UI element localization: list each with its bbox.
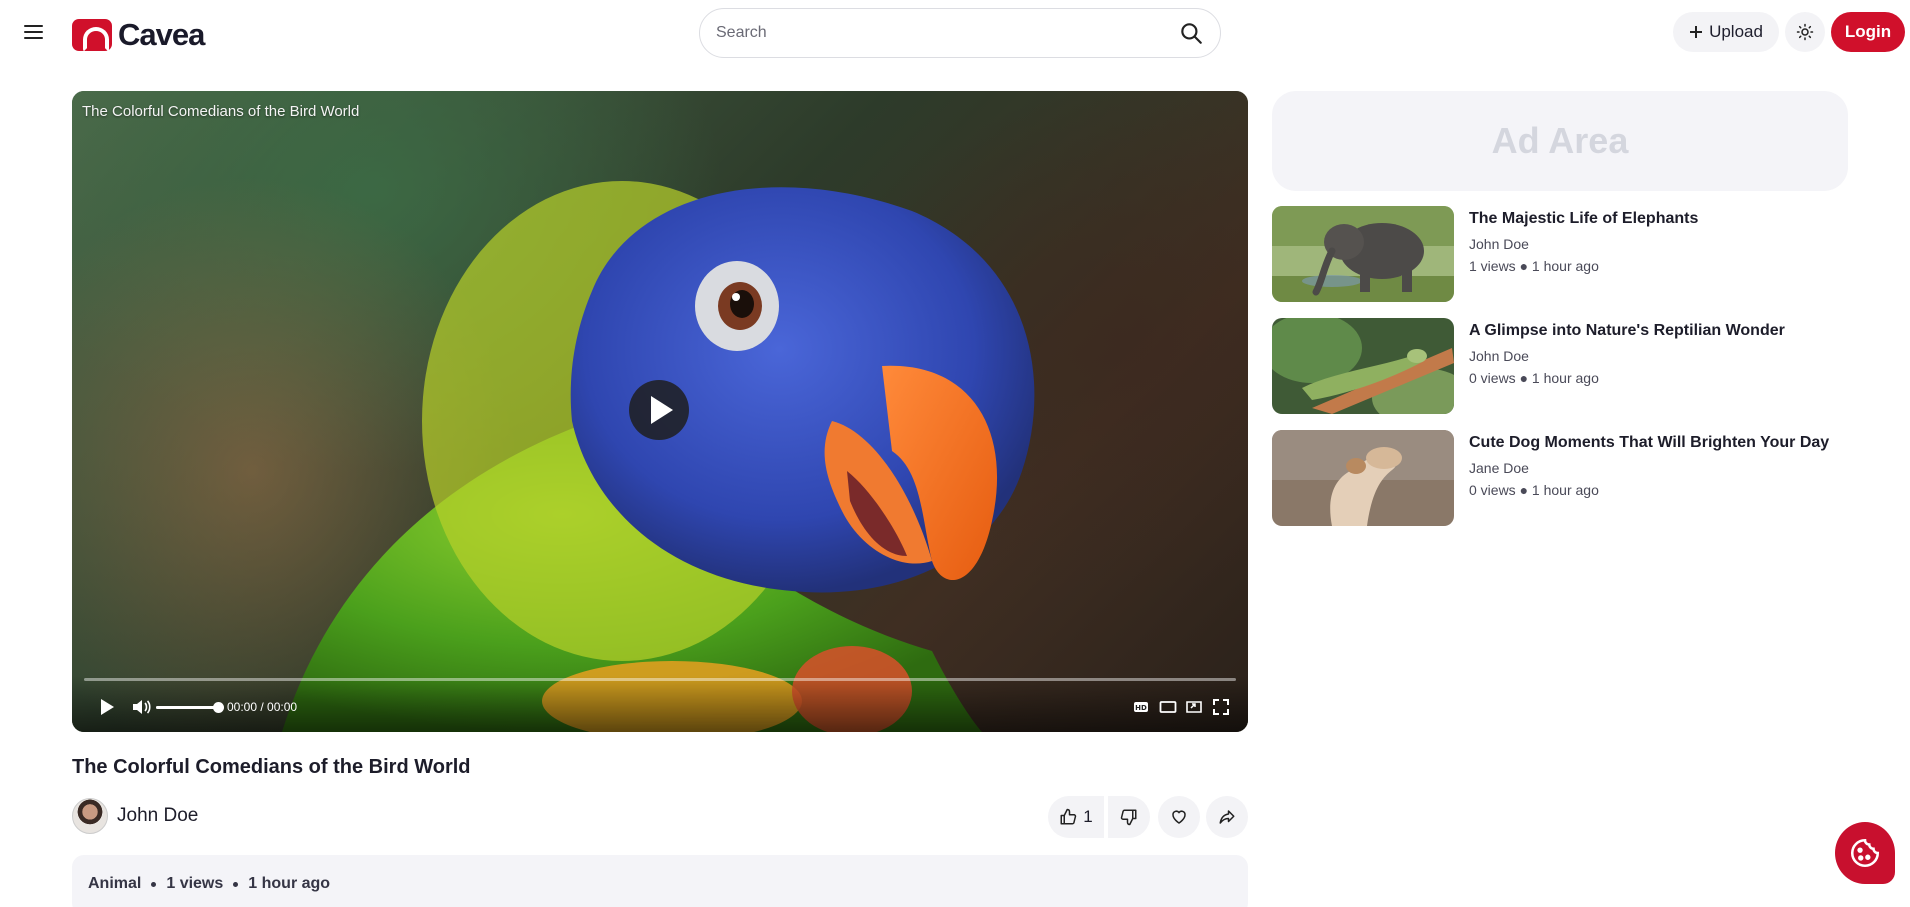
like-button[interactable]: 1 bbox=[1048, 796, 1104, 838]
recommendation-title[interactable]: Cute Dog Moments That Will Brighten Your… bbox=[1469, 434, 1829, 452]
dislike-button[interactable] bbox=[1108, 796, 1150, 838]
recommendation-meta: 1 views ● 1 hour ago bbox=[1469, 258, 1599, 274]
play-icon[interactable] bbox=[98, 698, 116, 716]
view-count: 1 views bbox=[166, 875, 224, 892]
progress-bar[interactable] bbox=[84, 678, 1236, 681]
channel-link[interactable]: John Doe bbox=[72, 798, 198, 834]
like-count: 1 bbox=[1083, 807, 1093, 826]
category-label[interactable]: Animal bbox=[88, 875, 141, 893]
volume-slider[interactable] bbox=[156, 702, 224, 713]
share-button[interactable] bbox=[1206, 796, 1248, 838]
recommendation-meta: 0 views ● 1 hour ago bbox=[1469, 370, 1599, 386]
video-meta: Animal 1 views 1 hour ago bbox=[72, 855, 1248, 907]
avatar bbox=[72, 798, 108, 834]
thumbs-up-icon bbox=[1060, 808, 1077, 825]
site-logo[interactable]: Cavea bbox=[72, 17, 205, 53]
hd-icon[interactable]: HD bbox=[1132, 698, 1150, 716]
channel-name: John Doe bbox=[117, 805, 199, 826]
share-icon bbox=[1219, 810, 1235, 824]
recommendation-title[interactable]: The Majestic Life of Elephants bbox=[1469, 210, 1698, 228]
list-item[interactable]: Cute Dog Moments That Will Brighten Your… bbox=[1272, 430, 1848, 526]
login-button[interactable]: Login bbox=[1831, 12, 1905, 52]
video-player[interactable]: The Colorful Comedians of the Bird World… bbox=[72, 91, 1248, 732]
recommendation-channel[interactable]: John Doe bbox=[1469, 236, 1529, 252]
theater-mode-icon[interactable] bbox=[1158, 698, 1178, 716]
cookie-settings-button[interactable] bbox=[1835, 822, 1895, 884]
svg-text:HD: HD bbox=[1135, 704, 1147, 712]
video-thumbnail[interactable] bbox=[1272, 430, 1454, 526]
sun-icon bbox=[1796, 23, 1814, 41]
video-thumbnail[interactable] bbox=[1272, 206, 1454, 302]
heart-icon bbox=[1172, 810, 1186, 824]
search-icon[interactable] bbox=[1178, 20, 1204, 46]
recommendation-channel[interactable]: Jane Doe bbox=[1469, 460, 1529, 476]
thumbs-down-icon bbox=[1120, 809, 1137, 826]
search-input[interactable] bbox=[716, 24, 1178, 42]
video-title: The Colorful Comedians of the Bird World bbox=[72, 756, 471, 778]
upload-time: 1 hour ago bbox=[248, 875, 331, 892]
search-bar bbox=[699, 8, 1221, 58]
video-overlay-title: The Colorful Comedians of the Bird World bbox=[82, 103, 360, 120]
upload-button[interactable]: Upload bbox=[1673, 12, 1779, 52]
time-display: 00:00 / 00:00 bbox=[227, 700, 298, 714]
ad-area: Ad Area bbox=[1272, 91, 1848, 191]
favorite-button[interactable] bbox=[1158, 796, 1200, 838]
volume-icon[interactable] bbox=[130, 698, 152, 716]
recommendation-meta: 0 views ● 1 hour ago bbox=[1469, 482, 1599, 498]
list-item[interactable]: A Glimpse into Nature's Reptilian Wonder… bbox=[1272, 318, 1848, 414]
player-controls: 00:00 / 00:00 HD bbox=[72, 676, 1248, 732]
upload-label: Upload bbox=[1709, 22, 1763, 41]
separator-dot bbox=[151, 882, 157, 887]
list-item[interactable]: The Majestic Life of Elephants John Doe … bbox=[1272, 206, 1848, 302]
big-play-button[interactable] bbox=[629, 380, 689, 440]
video-thumbnail[interactable] bbox=[1272, 318, 1454, 414]
cookie-icon bbox=[1850, 838, 1880, 868]
recommendation-list: The Majestic Life of Elephants John Doe … bbox=[1272, 206, 1848, 542]
recommendation-title[interactable]: A Glimpse into Nature's Reptilian Wonder bbox=[1469, 322, 1785, 340]
plus-icon bbox=[1690, 26, 1703, 38]
volume-fill bbox=[156, 706, 218, 709]
recommendation-channel[interactable]: John Doe bbox=[1469, 348, 1529, 364]
separator-dot bbox=[233, 882, 239, 887]
picture-in-picture-icon[interactable] bbox=[1184, 698, 1204, 716]
top-header: Cavea Upload Login bbox=[0, 0, 1910, 64]
logo-text: Cavea bbox=[118, 17, 205, 52]
logo-mark-icon bbox=[72, 19, 112, 52]
menu-icon[interactable] bbox=[24, 20, 48, 44]
volume-knob[interactable] bbox=[213, 702, 224, 713]
theme-toggle-button[interactable] bbox=[1785, 12, 1825, 52]
fullscreen-icon[interactable] bbox=[1212, 698, 1230, 716]
